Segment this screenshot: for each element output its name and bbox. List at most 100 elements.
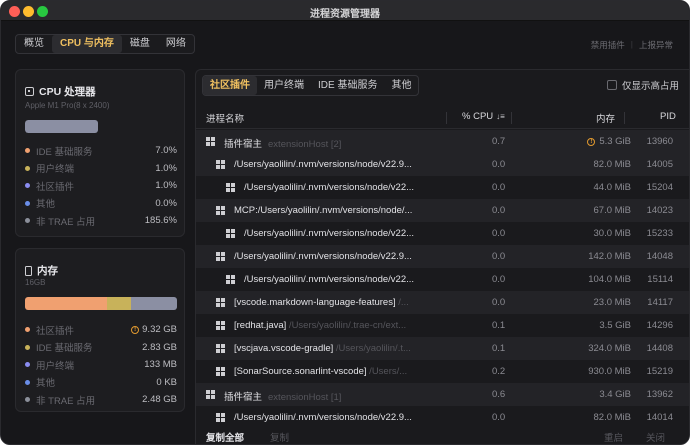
column-header-pid[interactable]: PID xyxy=(660,111,676,122)
category-tab-3[interactable]: 其他 xyxy=(384,76,418,95)
process-name: [redhat.java] /Users/yaolilin/.trae-cn/e… xyxy=(234,320,446,331)
legend-value: 7.0% xyxy=(155,145,177,156)
top-links: 禁用插件 | 上报异常 xyxy=(591,39,673,51)
process-group-icon xyxy=(216,413,225,422)
copy-button[interactable]: 复制 xyxy=(270,430,289,444)
legend-label: 社区插件 xyxy=(36,325,75,337)
legend-dot xyxy=(25,344,30,350)
link-divider: | xyxy=(630,39,633,49)
copy-all-button[interactable]: 复制全部 xyxy=(206,430,244,444)
legend-row: 社区插件! 9.32 GB xyxy=(25,321,177,339)
memory-value: 104.0 MiB xyxy=(588,274,631,285)
column-header-cpu-label: % CPU xyxy=(462,111,494,122)
memory-value: 67.0 MiB xyxy=(594,205,632,216)
legend-dot xyxy=(25,362,30,368)
close-button[interactable]: 关闭 xyxy=(646,430,665,444)
table-row[interactable]: [vscode.markdown-language-features] /...… xyxy=(196,291,689,314)
process-name-text: 插件宿主 xyxy=(224,392,263,403)
process-group-icon xyxy=(216,367,225,376)
memory-bar-segment xyxy=(107,297,132,310)
legend-value: 2.48 GB xyxy=(142,394,177,405)
table-row[interactable]: /Users/yaolilin/.nvm/versions/node/v22.9… xyxy=(196,245,689,268)
disable-plugins-link[interactable]: 禁用插件 xyxy=(591,39,625,51)
cpu-value: 0.0 xyxy=(492,205,506,216)
process-group-icon xyxy=(216,252,225,261)
legend-dot xyxy=(25,200,30,206)
column-header-name[interactable]: 进程名称 xyxy=(206,111,244,125)
table-row[interactable]: [vscjava.vscode-gradle] /Users/yaolilin/… xyxy=(196,337,689,360)
title-bar: 进程资源管理器 xyxy=(1,1,689,21)
memory-value-text: 104.0 MiB xyxy=(588,274,631,285)
legend-row: 用户终端 1.0% xyxy=(25,160,177,178)
legend-row: 非 TRAE 占用 185.6% xyxy=(25,212,177,230)
tab-2[interactable]: 磁盘 xyxy=(122,35,158,53)
legend-value-text: 0 KB xyxy=(156,376,177,388)
table-row[interactable]: /Users/yaolilin/.nvm/versions/node/v22..… xyxy=(196,176,689,199)
pid-value: 14408 xyxy=(646,343,673,354)
memory-device-icon xyxy=(25,265,32,276)
table-row[interactable]: 插件宿主 extensionHost [2] 0.7! 5.3 GiB 13960 xyxy=(196,130,689,153)
pid-value: 14296 xyxy=(646,320,673,331)
memory-legend: 社区插件! 9.32 GB IDE 基础服务 2.83 GB 用户终端 133 MB 其他 0… xyxy=(25,321,177,409)
legend-value-text: 9.32 GB xyxy=(142,324,177,336)
tab-3[interactable]: 网络 xyxy=(158,35,194,53)
memory-value: 30.0 MiB xyxy=(594,228,632,239)
process-name: [vscode.markdown-language-features] /... xyxy=(234,297,446,308)
category-tab-1[interactable]: 用户终端 xyxy=(257,76,311,95)
table-row[interactable]: /Users/yaolilin/.nvm/versions/node/v22..… xyxy=(196,268,689,291)
table-row[interactable]: /Users/yaolilin/.nvm/versions/node/v22.9… xyxy=(196,406,689,429)
column-header-memory[interactable]: 内存 xyxy=(596,111,615,125)
process-name: [vscjava.vscode-gradle] /Users/yaolilin/… xyxy=(234,343,446,354)
process-name-text: [vscode.markdown-language-features] xyxy=(234,297,396,308)
pid-value: 13960 xyxy=(646,136,673,147)
process-name-text: /Users/yaolilin/.nvm/versions/node/v22..… xyxy=(244,182,415,193)
table-row[interactable]: /Users/yaolilin/.nvm/versions/node/v22.9… xyxy=(196,153,689,176)
high-usage-filter[interactable]: 仅显示高占用 xyxy=(606,78,679,92)
legend-value-text: 1.0% xyxy=(155,180,177,192)
category-tab-2[interactable]: IDE 基础服务 xyxy=(311,76,384,95)
process-list: 插件宿主 extensionHost [2] 0.7! 5.3 GiB 13960/Us… xyxy=(196,130,689,429)
process-detail: /Users/yaolilin/.trae-cn/ext... xyxy=(286,320,407,331)
table-row[interactable]: [SonarSource.sonarlint-vscode] /Users/..… xyxy=(196,360,689,383)
high-usage-checkbox[interactable] xyxy=(606,80,617,90)
legend-dot xyxy=(25,148,30,154)
legend-label: 用户终端 xyxy=(36,164,75,176)
process-group-icon xyxy=(216,206,225,215)
table-row[interactable]: MCP:/Users/yaolilin/.nvm/versions/node/.… xyxy=(196,199,689,222)
cpu-value: 0.1 xyxy=(492,320,506,331)
memory-value: 82.0 MiB xyxy=(594,159,632,170)
legend-row: 社区插件 1.0% xyxy=(25,177,177,195)
report-issue-link[interactable]: 上报异常 xyxy=(639,39,673,51)
table-row[interactable]: [redhat.java] /Users/yaolilin/.trae-cn/e… xyxy=(196,314,689,337)
cpu-value: 0.1 xyxy=(492,343,506,354)
column-divider[interactable] xyxy=(511,112,512,124)
pid-value: 14023 xyxy=(646,205,673,216)
legend-value-text: 7.0% xyxy=(155,145,177,157)
process-detail: extensionHost [2] xyxy=(268,139,342,150)
memory-value-text: 3.5 GiB xyxy=(599,320,631,331)
tab-0[interactable]: 概览 xyxy=(16,35,52,53)
warning-icon: ! xyxy=(587,137,596,146)
memory-card: 内存 16GB 社区插件! 9.32 GB IDE 基础服务 2.83 GB 用户终端 1… xyxy=(15,248,185,412)
pid-value: 14014 xyxy=(646,412,673,423)
cpu-card-header: CPU 处理器 xyxy=(25,84,96,99)
restart-button[interactable]: 重启 xyxy=(604,430,623,444)
category-tab-0[interactable]: 社区插件 xyxy=(203,76,257,95)
process-name: /Users/yaolilin/.nvm/versions/node/v22..… xyxy=(244,274,446,285)
process-name-text: /Users/yaolilin/.nvm/versions/node/v22.9… xyxy=(234,159,412,170)
cpu-value: 0.6 xyxy=(492,389,506,400)
legend-row: IDE 基础服务 2.83 GB xyxy=(25,339,177,357)
table-row[interactable]: 插件宿主 extensionHost [1] 0.6 3.4 GiB 13962 xyxy=(196,383,689,406)
legend-value-text: 1.0% xyxy=(155,162,177,174)
table-row[interactable]: /Users/yaolilin/.nvm/versions/node/v22..… xyxy=(196,222,689,245)
memory-value-text: 142.0 MiB xyxy=(588,251,631,262)
process-name-text: [SonarSource.sonarlint-vscode] xyxy=(234,366,367,377)
legend-dot xyxy=(25,379,30,385)
process-name-text: [redhat.java] xyxy=(234,320,287,331)
column-divider[interactable] xyxy=(624,112,625,124)
process-name: /Users/yaolilin/.nvm/versions/node/v22.9… xyxy=(234,412,446,423)
tab-1[interactable]: CPU 与内存 xyxy=(52,35,122,53)
column-header-cpu[interactable]: % CPU ↓≡ xyxy=(462,111,505,122)
column-divider[interactable] xyxy=(446,112,447,124)
memory-value: 324.0 MiB xyxy=(588,343,631,354)
